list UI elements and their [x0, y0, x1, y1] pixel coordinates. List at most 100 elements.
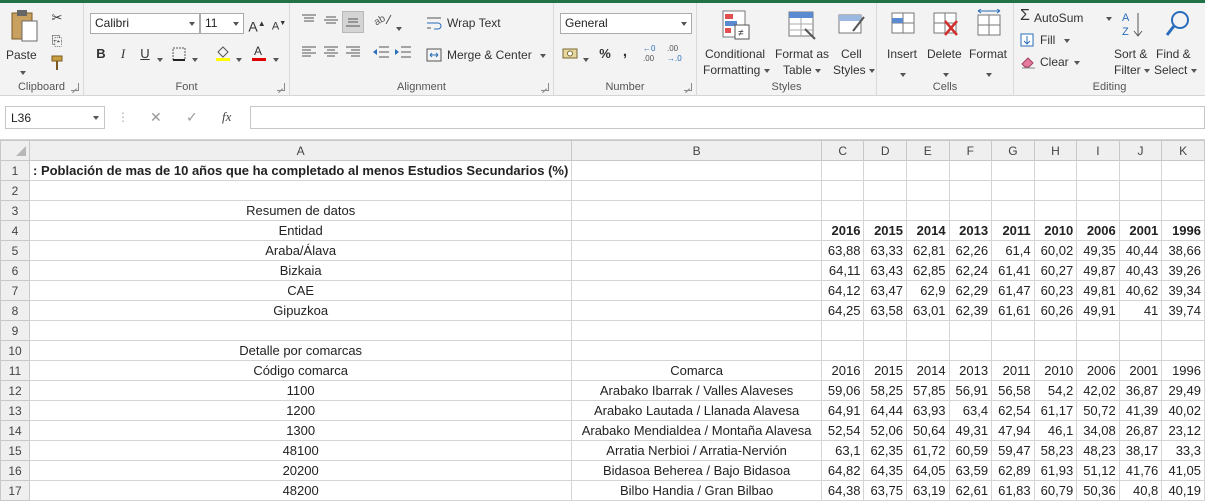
increase-decimal-icon[interactable]: ←0.00 [642, 43, 664, 65]
fill-button[interactable]: Fill [1020, 31, 1090, 49]
cell-j6[interactable]: 40,43 [1118, 260, 1163, 281]
font-launcher-icon[interactable] [277, 83, 285, 91]
cell-f16[interactable]: 63,59 [948, 460, 993, 481]
cell-a10[interactable]: Detalle por comarcas [28, 340, 573, 361]
cell-f7[interactable]: 62,29 [948, 280, 993, 301]
row-header[interactable]: 8 [0, 300, 30, 321]
cell-a8[interactable]: Gipuzkoa [28, 300, 573, 321]
row-header[interactable]: 14 [0, 420, 30, 441]
select-all-corner[interactable] [0, 140, 30, 161]
cell-k7[interactable]: 39,34 [1161, 280, 1205, 301]
cell-e11[interactable]: 2014 [906, 360, 950, 381]
cell-c14[interactable]: 52,54 [820, 420, 865, 441]
cell-styles-button[interactable]: Cell Styles [831, 7, 876, 77]
cell-h11[interactable]: 2010 [1033, 360, 1078, 381]
cell-f6[interactable]: 62,24 [948, 260, 993, 281]
cell-k8[interactable]: 39,74 [1161, 300, 1205, 321]
cell-d5[interactable]: 63,33 [863, 240, 907, 261]
cell-c9[interactable] [820, 320, 865, 341]
middle-align-icon[interactable] [320, 11, 342, 33]
font-color-dropdown-icon[interactable] [273, 52, 279, 66]
column-header-b[interactable]: B [571, 140, 822, 161]
cell-f8[interactable]: 62,39 [948, 300, 993, 321]
bottom-align-icon[interactable] [342, 11, 364, 33]
cell-k3[interactable] [1161, 200, 1205, 221]
cell-j10[interactable] [1118, 340, 1163, 361]
cell-c1[interactable] [820, 160, 865, 181]
cell-i10[interactable] [1076, 340, 1120, 361]
cell-g15[interactable]: 59,47 [991, 440, 1035, 461]
align-left-icon[interactable] [298, 43, 320, 65]
cell-j5[interactable]: 40,44 [1118, 240, 1163, 261]
cell-g16[interactable]: 62,89 [991, 460, 1035, 481]
enter-icon[interactable]: ✓ [186, 109, 198, 126]
row-header[interactable]: 13 [0, 400, 30, 421]
cell-i15[interactable]: 48,23 [1076, 440, 1120, 461]
increase-indent-icon[interactable] [392, 43, 414, 65]
cell-h1[interactable] [1033, 160, 1078, 181]
cell-i17[interactable]: 50,36 [1076, 480, 1120, 501]
cell-e9[interactable] [906, 320, 950, 341]
cell-k17[interactable]: 40,19 [1161, 480, 1205, 501]
cell-g13[interactable]: 62,54 [991, 400, 1035, 421]
cell-d14[interactable]: 52,06 [863, 420, 907, 441]
row-header[interactable]: 4 [0, 220, 30, 241]
cell-g7[interactable]: 61,47 [991, 280, 1035, 301]
number-launcher-icon[interactable] [684, 83, 692, 91]
bold-button[interactable]: B [90, 43, 112, 65]
cell-a16[interactable]: 20200 [28, 460, 573, 481]
column-header-k[interactable]: K [1161, 140, 1205, 161]
cell-f10[interactable] [948, 340, 993, 361]
sort-filter-button[interactable]: A Z Sort & Filter [1112, 7, 1156, 77]
clipboard-launcher-icon[interactable] [71, 83, 79, 91]
cell-d8[interactable]: 63,58 [863, 300, 907, 321]
cell-a2[interactable] [28, 180, 573, 201]
cell-e8[interactable]: 63,01 [906, 300, 950, 321]
grow-font-button[interactable]: A▲ [246, 13, 268, 35]
row-header[interactable]: 12 [0, 380, 30, 401]
cell-h17[interactable]: 60,79 [1033, 480, 1078, 501]
cell-e6[interactable]: 62,85 [906, 260, 950, 281]
cell-c8[interactable]: 64,25 [820, 300, 865, 321]
column-header-c[interactable]: C [820, 140, 865, 161]
cell-a5[interactable]: Araba/Álava [28, 240, 573, 261]
column-header-a[interactable]: A [28, 140, 573, 161]
cell-e2[interactable] [906, 180, 950, 201]
cell-e10[interactable] [906, 340, 950, 361]
cell-g17[interactable]: 61,83 [991, 480, 1035, 501]
cell-d6[interactable]: 63,43 [863, 260, 907, 281]
borders-icon[interactable] [168, 43, 190, 65]
cell-j8[interactable]: 41 [1118, 300, 1163, 321]
cell-f13[interactable]: 63,4 [948, 400, 993, 421]
cell-d11[interactable]: 2015 [863, 360, 907, 381]
orientation-icon[interactable]: ab [372, 11, 394, 33]
underline-button[interactable]: U [134, 43, 156, 65]
cell-i6[interactable]: 49,87 [1076, 260, 1120, 281]
cell-i12[interactable]: 42,02 [1076, 380, 1120, 401]
cell-e15[interactable]: 61,72 [906, 440, 950, 461]
cell-a15[interactable]: 48100 [28, 440, 573, 461]
cell-k4[interactable]: 1996 [1161, 220, 1205, 241]
cell-i5[interactable]: 49,35 [1076, 240, 1120, 261]
cell-k12[interactable]: 29,49 [1161, 380, 1205, 401]
cell-h5[interactable]: 60,02 [1033, 240, 1078, 261]
cell-d15[interactable]: 62,35 [863, 440, 907, 461]
cell-f17[interactable]: 62,61 [948, 480, 993, 501]
cell-k10[interactable] [1161, 340, 1205, 361]
cell-h16[interactable]: 61,93 [1033, 460, 1078, 481]
cell-k13[interactable]: 40,02 [1161, 400, 1205, 421]
cell-b4[interactable] [571, 220, 822, 241]
cell-h4[interactable]: 2010 [1033, 220, 1078, 241]
cell-j14[interactable]: 26,87 [1118, 420, 1163, 441]
font-name-combo[interactable]: Calibri [90, 13, 200, 34]
cell-f14[interactable]: 49,31 [948, 420, 993, 441]
autosum-button[interactable]: Σ AutoSum [1020, 7, 1112, 27]
cell-h6[interactable]: 60,27 [1033, 260, 1078, 281]
cell-g11[interactable]: 2011 [991, 360, 1035, 381]
cell-g12[interactable]: 56,58 [991, 380, 1035, 401]
cell-b9[interactable] [571, 320, 822, 341]
top-align-icon[interactable] [298, 11, 320, 33]
cell-i3[interactable] [1076, 200, 1120, 221]
cell-d1[interactable] [863, 160, 907, 181]
merge-center-button[interactable]: Merge & Center [426, 46, 551, 66]
